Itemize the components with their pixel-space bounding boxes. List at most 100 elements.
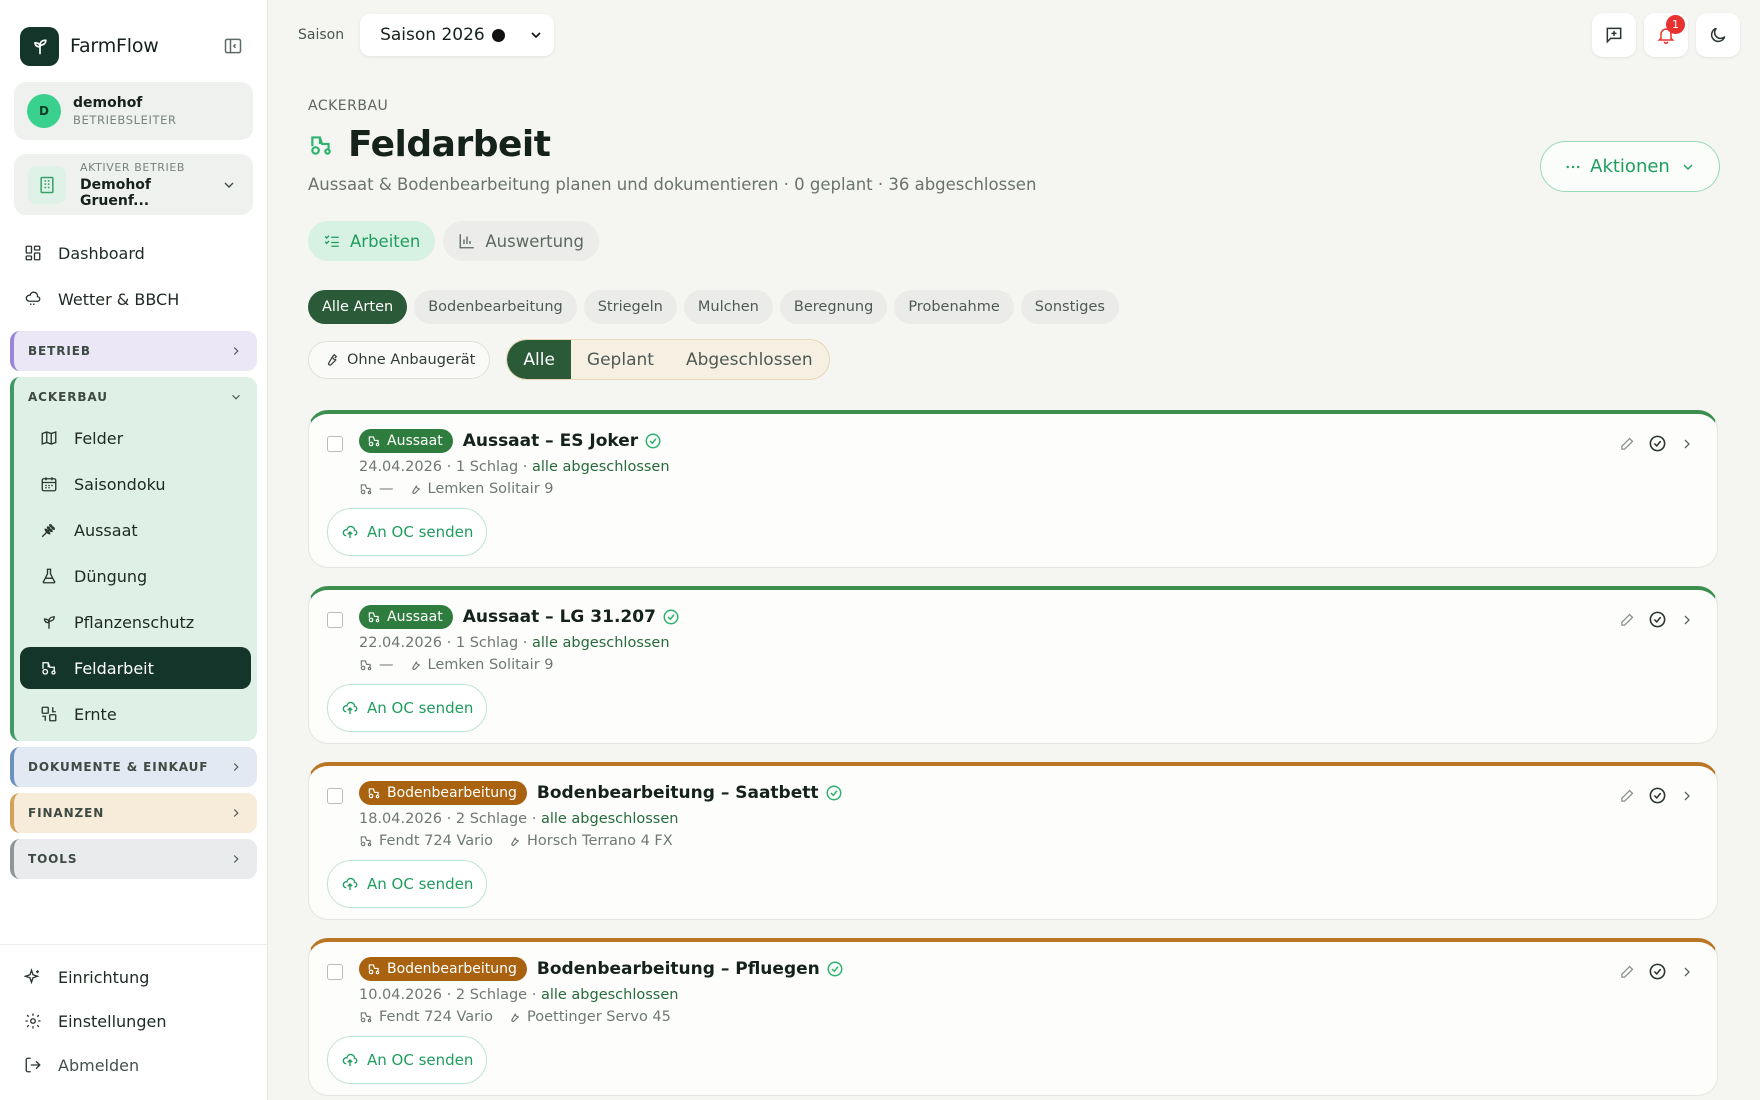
- task-card[interactable]: Bodenbearbeitung Bodenbearbeitung – Pflu…: [308, 938, 1718, 1096]
- grid-icon: [22, 242, 44, 264]
- complete-icon[interactable]: [1648, 786, 1667, 805]
- view-tabs: Arbeiten Auswertung: [308, 221, 599, 261]
- section-finanzen-label: FINANZEN: [28, 806, 105, 820]
- moon-icon: [1708, 25, 1728, 45]
- chevron-right-icon: [229, 806, 243, 820]
- map-icon: [38, 427, 60, 449]
- nav-pflanzenschutz[interactable]: Pflanzenschutz: [20, 601, 251, 643]
- task-date: 22.04.2026: [359, 635, 443, 651]
- harvest-icon: [38, 703, 60, 725]
- task-type-tag: Aussaat: [359, 605, 453, 629]
- chevron-right-icon[interactable]: [1679, 612, 1695, 628]
- cloud-rain-icon: [22, 288, 44, 310]
- chip-probenahme[interactable]: Probenahme: [894, 290, 1014, 324]
- task-fields: 1 Schlag: [455, 459, 519, 475]
- complete-icon[interactable]: [1648, 610, 1667, 629]
- tab-auswertung[interactable]: Auswertung: [443, 221, 599, 261]
- tractor-icon: [359, 482, 373, 496]
- task-type-tag: Bodenbearbeitung: [359, 957, 527, 981]
- task-date: 18.04.2026: [359, 811, 443, 827]
- task-title: Aussaat – LG 31.207: [462, 607, 656, 627]
- status-alle[interactable]: Alle: [507, 340, 571, 379]
- edit-icon[interactable]: [1619, 435, 1636, 452]
- nav-einrichtung[interactable]: Einrichtung: [14, 957, 253, 997]
- task-status: alle abgeschlossen: [532, 459, 670, 475]
- sidebar-collapse-icon[interactable]: [221, 34, 245, 58]
- nav-felder[interactable]: Felder: [20, 417, 251, 459]
- chevron-right-icon[interactable]: [1679, 788, 1695, 804]
- wheat-icon: [38, 519, 60, 541]
- nav-duengung[interactable]: Düngung: [20, 555, 251, 597]
- section-ackerbau-header[interactable]: ACKERBAU: [14, 377, 257, 417]
- chevron-right-icon[interactable]: [1679, 436, 1695, 452]
- chip-beregnung[interactable]: Beregnung: [779, 290, 888, 324]
- nav-pflanzenschutz-label: Pflanzenschutz: [74, 612, 195, 632]
- feedback-button[interactable]: [1592, 13, 1636, 57]
- task-card[interactable]: Aussaat Aussaat – ES Joker 24.04.2026 · …: [308, 410, 1718, 568]
- nav-aussaat[interactable]: Aussaat: [20, 509, 251, 551]
- nav-ernte-label: Ernte: [74, 704, 117, 724]
- chip-mulchen[interactable]: Mulchen: [683, 290, 773, 324]
- task-checkbox[interactable]: [327, 436, 343, 452]
- chip-bodenbearbeitung[interactable]: Bodenbearbeitung: [414, 290, 577, 324]
- nav-saisondoku[interactable]: Saisondoku: [20, 463, 251, 505]
- task-meta: 24.04.2026 · 1 Schlag · alle abgeschloss…: [359, 459, 670, 475]
- section-betrieb[interactable]: BETRIEB: [10, 331, 257, 371]
- notifications-button[interactable]: 1: [1644, 13, 1688, 57]
- app-root: FarmFlow D demohof BETRIEBSLEITER AKTIVE…: [0, 0, 1760, 1100]
- task-checkbox[interactable]: [327, 964, 343, 980]
- status-abgeschlossen[interactable]: Abgeschlossen: [670, 340, 829, 379]
- chevron-down-icon: [1680, 159, 1696, 175]
- season-select[interactable]: Saison 2026: [360, 14, 555, 56]
- section-dokumente[interactable]: DOKUMENTE & EINKAUF: [10, 747, 257, 787]
- theme-toggle-button[interactable]: [1696, 13, 1740, 57]
- complete-icon[interactable]: [1648, 434, 1667, 453]
- send-to-oc-button[interactable]: An OC senden: [327, 860, 488, 908]
- chip-striegeln[interactable]: Striegeln: [583, 290, 677, 324]
- user-role: BETRIEBSLEITER: [73, 113, 177, 127]
- task-equipment: Fendt 724 Vario Poettinger Servo 45: [359, 1009, 671, 1025]
- list-checks-icon: [323, 232, 341, 250]
- nav-feldarbeit[interactable]: Feldarbeit: [20, 647, 251, 689]
- chevron-right-icon[interactable]: [1679, 964, 1695, 980]
- task-checkbox[interactable]: [327, 612, 343, 628]
- edit-icon[interactable]: [1619, 963, 1636, 980]
- task-title: Aussaat – ES Joker: [462, 431, 639, 451]
- task-checkbox[interactable]: [327, 788, 343, 804]
- section-finanzen[interactable]: FINANZEN: [10, 793, 257, 833]
- chip-alle-arten[interactable]: Alle Arten: [308, 290, 408, 324]
- nav-abmelden[interactable]: Abmelden: [14, 1045, 253, 1085]
- task-card[interactable]: Aussaat Aussaat – LG 31.207 22.04.2026 ·…: [308, 586, 1718, 744]
- task-status: alle abgeschlossen: [540, 811, 679, 827]
- nav-dashboard[interactable]: Dashboard: [14, 233, 253, 273]
- status-filter-row: Ohne Anbaugerät Alle Geplant Abgeschloss…: [308, 339, 830, 380]
- chip-sonstiges[interactable]: Sonstiges: [1020, 290, 1119, 324]
- page-subtitle: Aussaat & Bodenbearbeitung planen und do…: [308, 175, 1037, 194]
- tab-arbeiten[interactable]: Arbeiten: [308, 221, 436, 261]
- user-card[interactable]: D demohof BETRIEBSLEITER: [14, 82, 253, 140]
- sidebar-bottom: Einrichtung Einstellungen Abmelden: [0, 944, 267, 1085]
- send-to-oc-label: An OC senden: [367, 875, 474, 893]
- send-to-oc-button[interactable]: An OC senden: [327, 684, 488, 732]
- status-geplant[interactable]: Geplant: [571, 340, 670, 379]
- edit-icon[interactable]: [1619, 787, 1636, 804]
- season-dot-icon: [491, 28, 505, 42]
- complete-icon[interactable]: [1648, 962, 1667, 981]
- nav-weather[interactable]: Wetter & BBCH: [14, 279, 253, 319]
- task-card[interactable]: Bodenbearbeitung Bodenbearbeitung – Saat…: [308, 762, 1718, 920]
- check-circle-icon: [825, 784, 843, 802]
- task-tractor: Fendt 724 Vario: [379, 1009, 493, 1025]
- task-meta: 18.04.2026 · 2 Schlage · alle abgeschlos…: [359, 811, 679, 827]
- actions-button[interactable]: Aktionen: [1540, 141, 1720, 192]
- nav-einstellungen[interactable]: Einstellungen: [14, 1001, 253, 1041]
- check-circle-icon: [644, 432, 662, 450]
- tractor-icon: [359, 658, 373, 672]
- bar-chart-icon: [458, 232, 476, 250]
- section-tools[interactable]: TOOLS: [10, 839, 257, 879]
- nav-ernte[interactable]: Ernte: [20, 693, 251, 735]
- send-to-oc-button[interactable]: An OC senden: [327, 508, 488, 556]
- farm-switcher[interactable]: AKTIVER BETRIEB Demohof Gruenf...: [14, 154, 253, 215]
- send-to-oc-button[interactable]: An OC senden: [327, 1036, 488, 1084]
- edit-icon[interactable]: [1619, 611, 1636, 628]
- no-tool-filter[interactable]: Ohne Anbaugerät: [308, 340, 491, 379]
